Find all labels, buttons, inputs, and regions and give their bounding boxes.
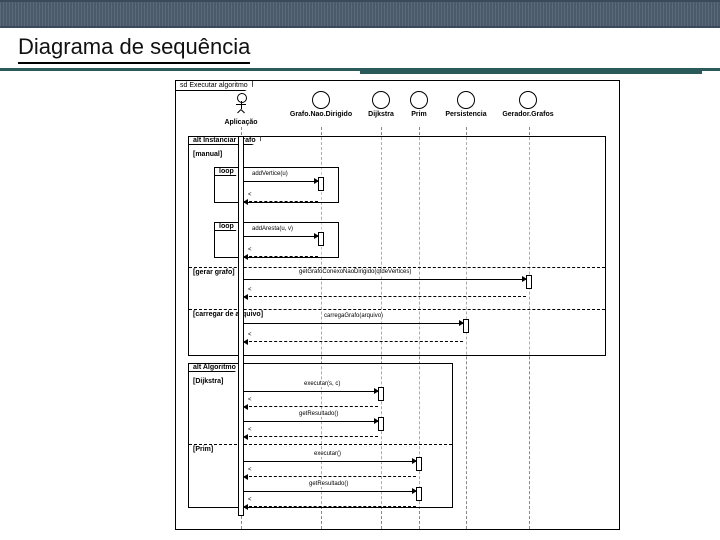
activation-persistencia xyxy=(463,319,469,333)
participant-dijkstra: Dijkstra xyxy=(361,91,401,118)
activation-prim-2 xyxy=(416,487,422,501)
msg-executar-prim: executar() xyxy=(244,461,416,462)
msg-getgrafo: getGrafoConexoNaoDirigido(qtdeVertices) xyxy=(244,279,526,280)
title-container: Diagrama de sequência xyxy=(0,28,720,71)
slide-topbar xyxy=(0,0,720,28)
return-executar-dij: < xyxy=(244,406,378,407)
activation-actor xyxy=(238,136,244,516)
participant-prim: Prim xyxy=(404,91,434,118)
return-getgrafo: < xyxy=(244,296,526,297)
return-addaresta: < xyxy=(244,256,318,257)
msg-carrega: carregaGrafo(arquivo) xyxy=(244,323,463,324)
msg-executar-dij: executar(s, c) xyxy=(244,391,378,392)
participant-persistencia: Persistencia xyxy=(436,91,496,118)
accent-line xyxy=(360,71,702,74)
msg-addvertice: addVertice(u) xyxy=(244,181,318,182)
participant-gerador: Gerador.Grafos xyxy=(498,91,558,118)
actor-aplicacao: Aplicação xyxy=(216,93,266,126)
return-getres-prim: < xyxy=(244,506,416,507)
frame-label: sd Executar algoritmo xyxy=(175,80,253,91)
msg-getres-prim: getResultado() xyxy=(244,491,416,492)
alt-separator-1 xyxy=(189,267,605,268)
activation-prim-1 xyxy=(416,457,422,471)
activation-grafo-2 xyxy=(318,232,324,246)
sequence-diagram: sd Executar algoritmo Aplicação Grafo.Na… xyxy=(175,80,620,530)
alt-separator-2 xyxy=(189,309,605,310)
msg-addaresta: addAresta(u, v) xyxy=(244,236,318,237)
alt2-separator xyxy=(189,444,452,445)
return-addvertice: < xyxy=(244,201,318,202)
activation-grafo-1 xyxy=(318,177,324,191)
return-carrega: < xyxy=(244,341,463,342)
activation-dij-1 xyxy=(378,387,384,401)
msg-getres-dij: getResultado() xyxy=(244,421,378,422)
page-title: Diagrama de sequência xyxy=(18,34,250,64)
return-executar-prim: < xyxy=(244,476,416,477)
actor-label: Aplicação xyxy=(216,119,266,126)
activation-gerador xyxy=(526,275,532,289)
return-getres-dij: < xyxy=(244,436,378,437)
participant-grafo: Grafo.Nao.Dirigido xyxy=(286,91,356,118)
activation-dij-2 xyxy=(378,417,384,431)
